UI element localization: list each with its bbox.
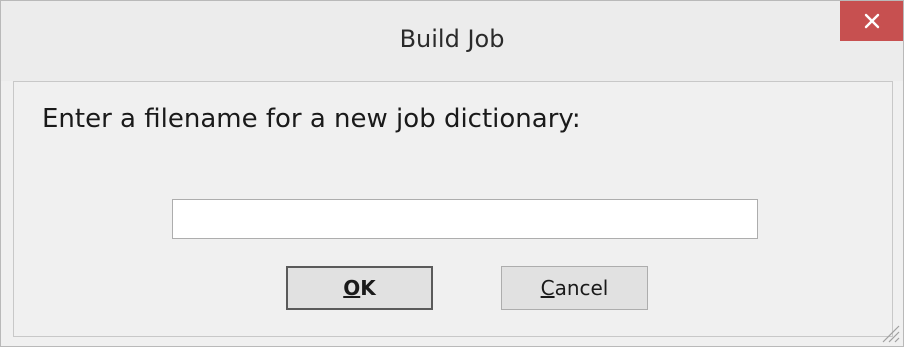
cancel-button[interactable]: Cancel bbox=[501, 266, 648, 310]
ok-button[interactable]: OK bbox=[286, 266, 433, 310]
cancel-button-label: Cancel bbox=[540, 276, 609, 300]
ok-button-label: OK bbox=[343, 276, 376, 300]
window-title: Build Job bbox=[399, 25, 505, 53]
close-button[interactable] bbox=[840, 1, 903, 41]
build-job-dialog: Build Job Enter a filename for a new job… bbox=[0, 0, 904, 347]
close-icon bbox=[864, 13, 879, 29]
filename-prompt-label: Enter a filename for a new job dictionar… bbox=[42, 104, 581, 134]
resize-grip-icon[interactable] bbox=[879, 322, 901, 344]
title-bar[interactable]: Build Job bbox=[1, 1, 903, 81]
dialog-body: Enter a filename for a new job dictionar… bbox=[13, 81, 893, 337]
filename-input[interactable] bbox=[172, 199, 758, 239]
